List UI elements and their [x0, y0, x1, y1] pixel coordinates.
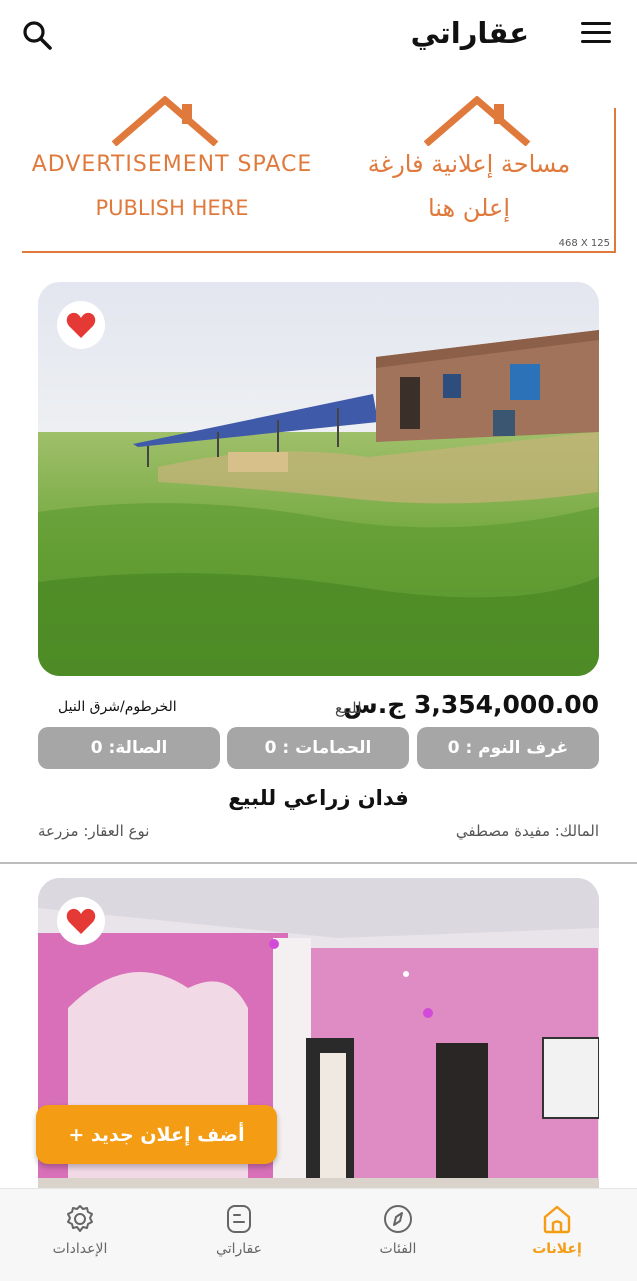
listing-price: 3,354,000.00 ج.س: [343, 690, 599, 719]
ad-title-ar: مساحة إعلانية فارغة: [367, 150, 571, 178]
nav-label: إعلانات: [532, 1241, 582, 1257]
ad-subtitle-en: PUBLISH HERE: [95, 196, 249, 220]
compass-icon: [384, 1205, 412, 1233]
farm-photo: [38, 282, 599, 676]
listing-owner: المالك: مفيدة مصطفي: [455, 822, 599, 840]
nav-item-ads[interactable]: إعلانات: [497, 1189, 617, 1281]
add-listing-button[interactable]: أضف إعلان جديد +: [36, 1105, 277, 1164]
ad-border: [22, 251, 616, 253]
listing-title[interactable]: فدان زراعي للبيع: [0, 786, 637, 810]
listing-image[interactable]: [38, 282, 599, 676]
home-icon: [543, 1205, 571, 1234]
listing-property-type: نوع العقار: مزرعة: [38, 822, 150, 840]
ad-size-label: 468 X 125: [558, 238, 610, 249]
favorite-button[interactable]: [57, 301, 105, 349]
nav-item-my-properties[interactable]: عقاراتي: [179, 1189, 299, 1281]
nav-label: عقاراتي: [216, 1241, 262, 1257]
search-icon[interactable]: [20, 18, 54, 52]
ad-border: [614, 108, 616, 252]
divider: [0, 862, 637, 864]
nav-item-categories[interactable]: الفئات: [338, 1189, 458, 1281]
listing-location: الخرطوم/شرق النيل: [58, 699, 177, 715]
nav-label: الفئات: [379, 1241, 417, 1257]
menu-icon[interactable]: [581, 22, 611, 46]
ad-title-en: ADVERTISEMENT SPACE: [31, 152, 313, 177]
document-icon: [227, 1205, 251, 1233]
hall-badge: الصالة: 0: [38, 727, 220, 769]
heart-icon: [66, 312, 96, 338]
bottom-nav: الإعدادات عقاراتي الفئات إعلانات: [0, 1188, 637, 1281]
nav-item-settings[interactable]: الإعدادات: [20, 1189, 140, 1281]
ad-banner[interactable]: ADVERTISEMENT SPACE PUBLISH HERE مساحة إ…: [22, 88, 616, 253]
gear-icon: [67, 1205, 93, 1232]
app-header: عقاراتي: [0, 0, 637, 72]
bathrooms-badge: الحمامات : 0: [227, 727, 409, 769]
nav-label: الإعدادات: [52, 1241, 108, 1257]
ad-subtitle-ar: إعلن هنا: [427, 194, 511, 222]
favorite-button[interactable]: [57, 897, 105, 945]
bedrooms-badge: غرف النوم : 0: [417, 727, 599, 769]
page-title: عقاراتي: [410, 16, 529, 50]
listing-status: للبيع: [335, 699, 362, 717]
house-roof-icon: [423, 96, 531, 146]
house-roof-icon: [111, 96, 219, 146]
heart-icon: [66, 908, 96, 934]
